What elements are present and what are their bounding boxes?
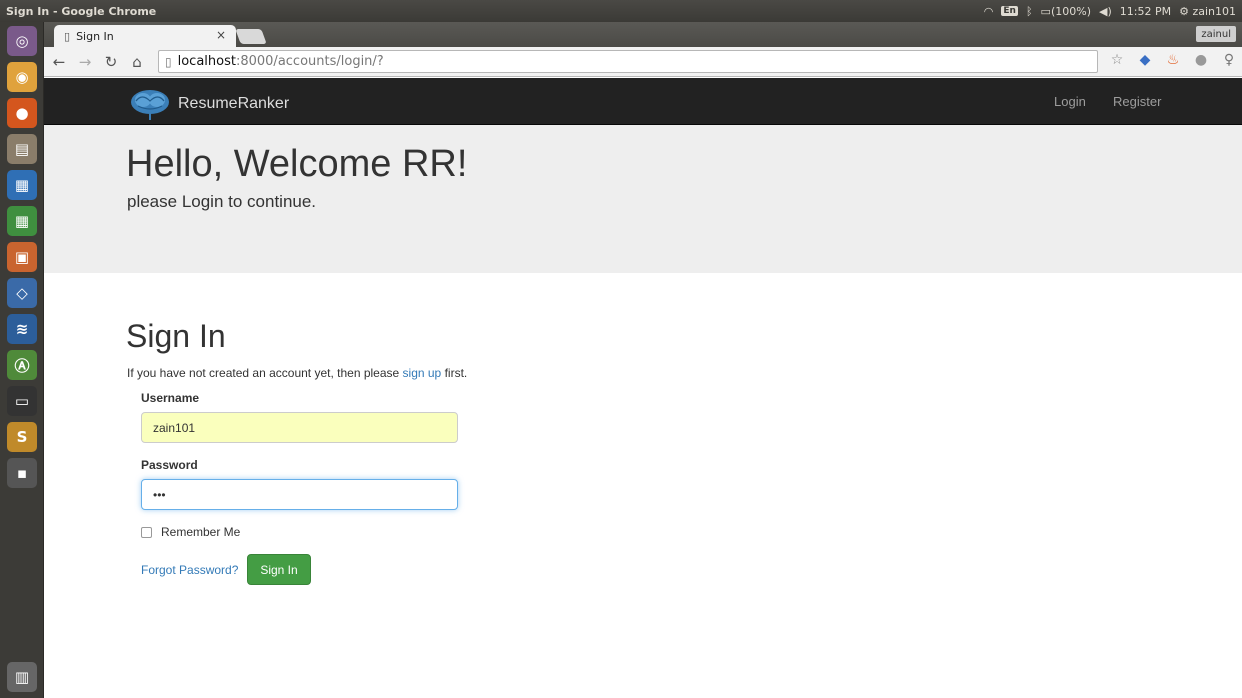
page-icon: ▯	[165, 54, 172, 69]
welcome-subtitle: please Login to continue.	[127, 192, 317, 211]
welcome-jumbotron: Hello, Welcome RR! please Login to conti…	[44, 125, 1242, 273]
launcher-bar: ◎ ◉ ● ▤ ▦ ▦ ▣ ◇ ≋ Ⓐ ▭ S ▪ ▥	[0, 22, 44, 698]
calc-launcher-icon[interactable]: ▦	[7, 206, 37, 236]
files-launcher-icon[interactable]: ▤	[7, 134, 37, 164]
input-method-indicator[interactable]: En	[1001, 6, 1018, 16]
tab-sign-in[interactable]: ▯ Sign In ×	[54, 25, 236, 47]
chrome-launcher-icon[interactable]: ◉	[7, 62, 37, 92]
gear-icon: ⚙	[1179, 4, 1189, 18]
bulb-extension-icon[interactable]: ♀	[1220, 52, 1238, 68]
welcome-heading: Hello, Welcome RR!	[126, 143, 468, 185]
impress-launcher-icon[interactable]: ▣	[7, 242, 37, 272]
note-text-after: first.	[441, 366, 468, 380]
sign-up-note: If you have not created an account yet, …	[127, 366, 467, 380]
bluetooth-icon[interactable]: ᛒ	[1026, 5, 1033, 18]
terminal-launcher-icon[interactable]: ▭	[7, 386, 37, 416]
ghostery-extension-icon[interactable]: ◆	[1136, 52, 1154, 68]
home-icon[interactable]: ⌂	[126, 53, 148, 71]
writer-launcher-icon[interactable]: ▦	[7, 170, 37, 200]
profile-button[interactable]: zainul	[1196, 26, 1236, 42]
url-host: localhost	[177, 54, 236, 69]
tab-label: Sign In	[76, 29, 114, 43]
trash-launcher-icon[interactable]: ▥	[7, 662, 37, 692]
web-page: ResumeRanker Login Register Hello, Welco…	[44, 78, 1242, 698]
workspace-launcher-icon[interactable]: ▪	[7, 458, 37, 488]
sublime-launcher-icon[interactable]: S	[7, 422, 37, 452]
browser-toolbar: ← → ↻ ⌂ ▯ localhost:8000/accounts/login/…	[44, 47, 1242, 77]
session-user: zain101	[1192, 4, 1236, 18]
browser-tab-strip: ▯ Sign In × zainul	[44, 22, 1242, 47]
window-title: Sign In - Google Chrome	[6, 4, 157, 18]
bookmark-star-icon[interactable]: ☆	[1108, 52, 1126, 68]
extension-bar: ☆ ◆ ♨ ● ♀ ♦ ≡	[1108, 52, 1242, 68]
remember-me-label: Remember Me	[161, 525, 241, 539]
sign-in-heading: Sign In	[126, 318, 226, 354]
password-input[interactable]	[141, 479, 458, 510]
tab-close-icon[interactable]: ×	[216, 28, 226, 42]
volume-icon[interactable]: ◀)	[1099, 5, 1112, 18]
forgot-password-link[interactable]: Forgot Password?	[141, 563, 238, 577]
address-bar[interactable]: ▯ localhost:8000/accounts/login/?	[158, 50, 1098, 73]
dash-home-icon[interactable]: ◎	[7, 26, 37, 56]
page-icon: ▯	[64, 29, 71, 43]
battery-icon: ▭	[1040, 4, 1051, 18]
new-tab-button[interactable]	[235, 29, 267, 44]
site-navbar: ResumeRanker Login Register	[44, 78, 1242, 125]
desktop-screen: Sign In - Google Chrome ◠ En ᛒ ▭(100%) ◀…	[0, 0, 1242, 698]
software-center-launcher-icon[interactable]: Ⓐ	[7, 350, 37, 380]
grey-circle-extension-icon[interactable]: ●	[1192, 52, 1210, 68]
sign-up-link[interactable]: sign up	[403, 366, 442, 380]
url-path: :8000/accounts/login/?	[235, 54, 384, 69]
site-brand[interactable]: ResumeRanker	[128, 87, 289, 121]
back-icon[interactable]: ←	[48, 53, 70, 71]
battery-indicator[interactable]: ▭(100%)	[1041, 5, 1091, 18]
wifi-icon[interactable]: ◠	[984, 5, 994, 18]
remember-me-option[interactable]: Remember Me	[141, 525, 240, 539]
firefox-launcher-icon[interactable]: ●	[7, 98, 37, 128]
password-label: Password	[141, 458, 198, 472]
brain-logo-icon	[131, 90, 169, 120]
reload-icon[interactable]: ↻	[100, 53, 122, 71]
sign-in-button[interactable]: Sign In	[247, 554, 311, 585]
remember-me-checkbox[interactable]	[141, 526, 152, 538]
nav-login-link[interactable]: Login	[1054, 94, 1086, 109]
nav-register-link[interactable]: Register	[1113, 94, 1161, 109]
username-label: Username	[141, 391, 200, 405]
forward-icon[interactable]: →	[74, 53, 96, 71]
note-text-before: If you have not created an account yet, …	[127, 366, 403, 380]
system-top-panel: Sign In - Google Chrome ◠ En ᛒ ▭(100%) ◀…	[0, 0, 1242, 22]
session-menu[interactable]: ⚙ zain101	[1179, 5, 1236, 18]
battery-level: (100%)	[1050, 4, 1091, 18]
code-editor-launcher-icon[interactable]: ◇	[7, 278, 37, 308]
clock[interactable]: 11:52 PM	[1120, 5, 1171, 18]
settings-launcher-icon[interactable]: ≋	[7, 314, 37, 344]
fire-extension-icon[interactable]: ♨	[1164, 52, 1182, 68]
username-input[interactable]	[141, 412, 458, 443]
brand-name: ResumeRanker	[178, 95, 290, 112]
system-tray: ◠ En ᛒ ▭(100%) ◀) 11:52 PM ⚙ zain101	[984, 5, 1242, 18]
